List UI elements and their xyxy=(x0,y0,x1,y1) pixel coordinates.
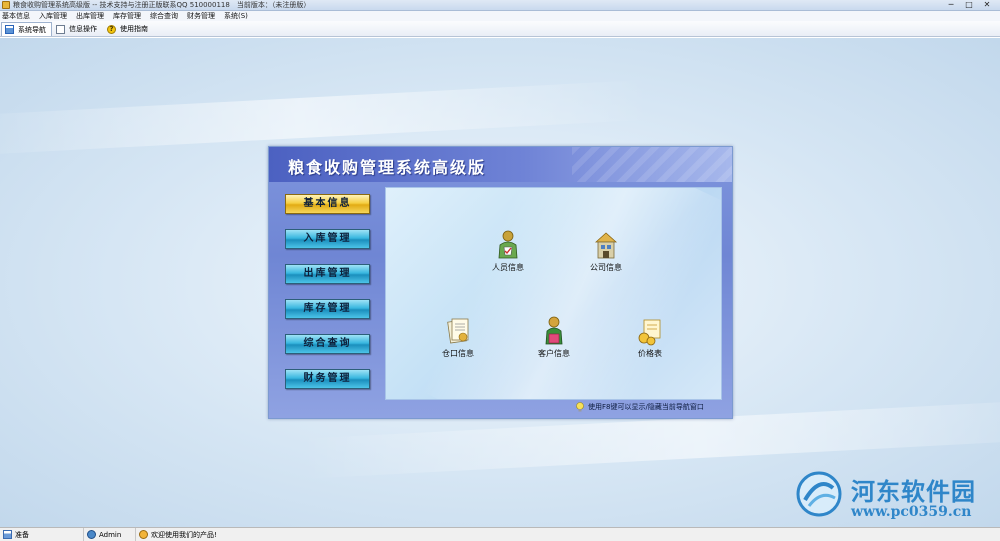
menu-query[interactable]: 综合查询 xyxy=(150,11,178,21)
watermark-logo-icon xyxy=(796,471,842,517)
f8-hint: 使用F8键可以显示/隐藏当前导航窗口 xyxy=(576,402,704,412)
window-controls: ─ □ ✕ xyxy=(942,0,996,11)
status-message: 欢迎使用我们的产品! xyxy=(151,530,217,539)
status-ready: 准备 xyxy=(15,530,29,539)
menu-basic-info[interactable]: 基本信息 xyxy=(2,11,30,21)
user-icon xyxy=(87,530,96,539)
navigation-window-icon xyxy=(5,25,14,34)
tile-customer-info[interactable]: 客户信息 xyxy=(524,316,584,360)
status-user: Admin xyxy=(99,530,122,539)
warehouse-document-icon xyxy=(447,318,469,344)
menu-outbound[interactable]: 出库管理 xyxy=(76,11,104,21)
tab-info-operation[interactable]: 信息操作 xyxy=(52,22,103,36)
tab-navigation[interactable]: 系统导航 xyxy=(1,22,52,36)
tab-navigation-label: 系统导航 xyxy=(18,25,46,34)
status-message-segment: 欢迎使用我们的产品! xyxy=(136,528,217,541)
menu-inbound[interactable]: 入库管理 xyxy=(39,11,67,21)
tile-price-table[interactable]: 价格表 xyxy=(620,316,680,360)
status-bar: 准备 Admin 欢迎使用我们的产品! xyxy=(0,527,1000,541)
status-user-segment: Admin xyxy=(84,527,136,541)
navigation-content: 人员信息 公司信息 仓口信息 客户信息 价格表 xyxy=(385,187,722,400)
welcome-icon xyxy=(139,530,148,539)
title-bar: 粮食收购管理系统高级版 -- 技术支持与注册正版联系QQ 510000118 当… xyxy=(0,0,1000,11)
f8-hint-text: 使用F8键可以显示/隐藏当前导航窗口 xyxy=(588,403,704,411)
watermark-site-name: 河东软件园 xyxy=(851,477,976,506)
menu-system[interactable]: 系统(S) xyxy=(224,11,248,21)
customer-icon xyxy=(545,316,563,345)
maximize-button[interactable]: □ xyxy=(960,0,978,11)
watermark-url: www.pc0359.cn xyxy=(851,504,972,520)
menu-bar: 基本信息 入库管理 出库管理 库存管理 综合查询 财务管理 系统(S) xyxy=(0,11,1000,21)
tile-customer-info-label: 客户信息 xyxy=(538,349,570,358)
price-table-icon xyxy=(638,319,661,346)
tab-info-operation-label: 信息操作 xyxy=(69,25,97,33)
minimize-button[interactable]: ─ xyxy=(942,0,960,11)
nav-button-query[interactable]: 综合查询 xyxy=(285,334,370,354)
lightbulb-icon xyxy=(576,402,584,412)
toolbar: 系统导航 信息操作 ? 使用指南 xyxy=(0,21,1000,37)
nav-button-basic-info[interactable]: 基本信息 xyxy=(285,194,370,214)
panel-header: 粮食收购管理系统高级版 xyxy=(269,147,732,182)
tile-personnel-info[interactable]: 人员信息 xyxy=(478,230,538,274)
tab-user-guide-label: 使用指南 xyxy=(120,25,148,33)
window-title: 粮食收购管理系统高级版 -- 技术支持与注册正版联系QQ 510000118 当… xyxy=(13,1,311,9)
status-ready-segment: 准备 xyxy=(0,527,84,541)
help-icon: ? xyxy=(107,24,116,34)
tab-user-guide[interactable]: ? 使用指南 xyxy=(103,22,154,36)
info-window-icon xyxy=(56,24,65,34)
background-streak xyxy=(0,79,651,157)
tile-warehouse-info[interactable]: 仓口信息 xyxy=(428,316,488,360)
computer-icon xyxy=(3,530,12,539)
menu-inventory[interactable]: 库存管理 xyxy=(113,11,141,21)
tile-company-info[interactable]: 公司信息 xyxy=(576,230,636,274)
watermark: 河东软件园 www.pc0359.cn xyxy=(795,468,995,524)
close-button[interactable]: ✕ xyxy=(978,0,996,11)
tile-price-table-label: 价格表 xyxy=(638,349,662,358)
menu-finance[interactable]: 财务管理 xyxy=(187,11,215,21)
nav-button-inventory[interactable]: 库存管理 xyxy=(285,299,370,319)
company-building-icon xyxy=(594,232,618,259)
nav-button-inbound[interactable]: 入库管理 xyxy=(285,229,370,249)
app-icon xyxy=(2,1,10,9)
content-shine xyxy=(421,188,721,399)
tile-warehouse-info-label: 仓口信息 xyxy=(442,349,474,358)
navigation-panel: 粮食收购管理系统高级版 基本信息 入库管理 出库管理 库存管理 综合查询 财务管… xyxy=(268,146,733,419)
panel-title: 粮食收购管理系统高级版 xyxy=(288,158,487,177)
nav-button-outbound[interactable]: 出库管理 xyxy=(285,264,370,284)
person-icon xyxy=(498,230,518,259)
nav-button-finance[interactable]: 财务管理 xyxy=(285,369,370,389)
workspace: 粮食收购管理系统高级版 基本信息 入库管理 出库管理 库存管理 综合查询 财务管… xyxy=(0,38,1000,527)
tile-company-info-label: 公司信息 xyxy=(590,263,622,272)
tile-personnel-info-label: 人员信息 xyxy=(492,263,524,272)
